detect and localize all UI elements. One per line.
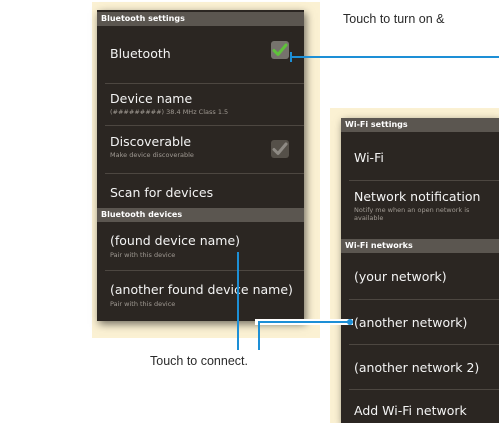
discoverable-checkbox[interactable] (271, 140, 289, 158)
callout-connect: Touch to connect. (150, 354, 248, 368)
device-label: (another found device name) (110, 282, 293, 297)
wifi-networks-header: Wi-Fi networks (341, 239, 499, 253)
bluetooth-toggle-row[interactable]: Bluetooth (97, 26, 304, 82)
scan-for-devices-label: Scan for devices (110, 185, 214, 200)
callout-line (259, 321, 350, 323)
network-notification-sub-2: available (354, 214, 384, 222)
add-wifi-network-label: Add Wi-Fi network (354, 403, 467, 418)
device-name-label: Device name (110, 91, 193, 106)
checkmark-icon (272, 43, 288, 56)
device-sub: Pair with this device (110, 251, 176, 259)
callout-line (237, 252, 239, 350)
discoverable-label: Discoverable (110, 134, 192, 149)
network-row[interactable]: (another network) (341, 300, 499, 344)
discoverable-row[interactable]: Discoverable Make device discoverable (97, 126, 304, 172)
callout-turn-on: Touch to turn on & (343, 12, 445, 26)
network-notification-label: Network notification (354, 189, 481, 204)
network-label: (another network 2) (354, 360, 480, 375)
device-label: (found device name) (110, 233, 241, 248)
network-row[interactable]: (another network 2) (341, 345, 499, 389)
callout-line (290, 52, 292, 62)
bluetooth-devices-header: Bluetooth devices (97, 208, 304, 222)
network-row[interactable]: (your network) (341, 253, 499, 299)
callout-pointer-dot (347, 319, 353, 325)
device-row[interactable]: (found device name) Pair with this devic… (97, 222, 304, 269)
device-row[interactable]: (another found device name) Pair with th… (97, 271, 304, 321)
wifi-settings-panel: Wi-Fi settings Wi-Fi Network notificatio… (341, 118, 499, 423)
network-notification-sub: Notify me when an open network is (354, 206, 470, 214)
callout-line (258, 321, 260, 350)
callout-line (292, 56, 499, 58)
network-label: (your network) (354, 269, 447, 284)
device-sub: Pair with this device (110, 300, 176, 308)
network-label: (another network) (354, 315, 468, 330)
bluetooth-settings-header: Bluetooth settings (97, 12, 304, 26)
checkmark-icon (272, 142, 288, 155)
add-wifi-network-row[interactable]: Add Wi-Fi network (341, 390, 499, 423)
bluetooth-checkbox[interactable] (271, 41, 289, 59)
wifi-label: Wi-Fi (354, 150, 384, 165)
network-notification-row[interactable]: Network notification Notify me when an o… (341, 181, 499, 239)
device-name-value: (#########) 38.4 MHz Class 1.5 (110, 108, 229, 116)
wifi-toggle-row[interactable]: Wi-Fi (341, 132, 499, 180)
discoverable-sub: Make device discoverable (110, 151, 194, 159)
bluetooth-settings-panel: Bluetooth settings Bluetooth Device name… (97, 10, 304, 321)
device-name-row[interactable]: Device name (#########) 38.4 MHz Class 1… (97, 84, 304, 124)
wifi-settings-header: Wi-Fi settings (341, 118, 499, 132)
bluetooth-label: Bluetooth (110, 46, 171, 61)
